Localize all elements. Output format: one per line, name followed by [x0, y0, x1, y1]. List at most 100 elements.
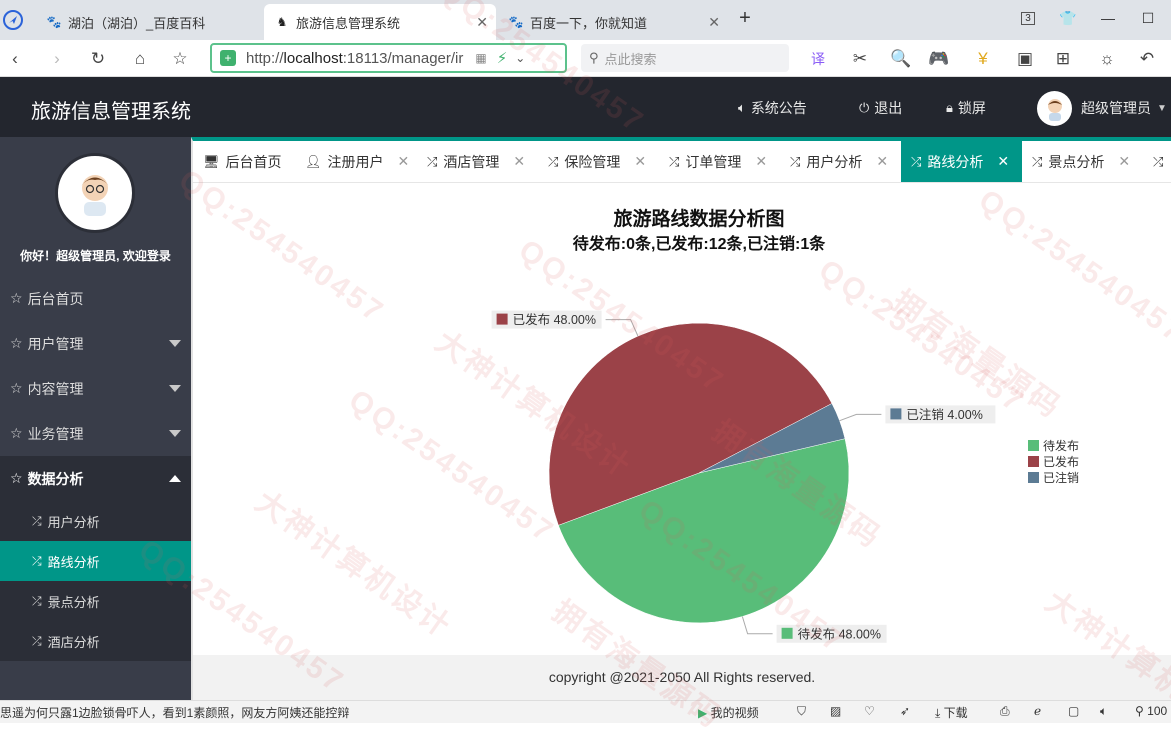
browser-tab-app[interactable]: ♞ 旅游信息管理系统 ✕: [264, 4, 496, 40]
close-icon[interactable]: ✕: [634, 153, 646, 170]
printer-icon[interactable]: ⎙: [1000, 704, 1010, 719]
legend-swatch[interactable]: [1028, 440, 1039, 451]
user-menu[interactable]: 超级管理员 ▼: [1081, 98, 1167, 118]
label-leader-line: [605, 319, 639, 337]
shirt-icon[interactable]: 👕: [1053, 6, 1083, 30]
sidebar-item-home[interactable]: ☆ 后台首页: [0, 276, 191, 321]
legend-swatch[interactable]: [1028, 456, 1039, 467]
rocket-icon[interactable]: ➶: [900, 704, 910, 718]
caret-down-icon: ▼: [1157, 102, 1167, 114]
lightning-icon[interactable]: ⚡: [497, 49, 508, 67]
tab-spot-analysis[interactable]: ⤮ 景点分析 ✕: [1032, 141, 1130, 182]
url-prefix: http://: [246, 49, 284, 67]
shield-icon[interactable]: ⛉: [797, 704, 806, 719]
forward-icon[interactable]: ›: [44, 46, 70, 72]
browser-tab-baidu[interactable]: 🐾 百度一下，你就知道 ✕: [498, 4, 728, 40]
sidebar-subitem-label: 路线分析: [47, 554, 100, 570]
sidebar-subitem-route-analysis[interactable]: ⤮ 路线分析: [0, 541, 191, 581]
download-button[interactable]: ⤓ 下载: [935, 704, 968, 721]
coin-icon[interactable]: ¥: [970, 46, 996, 72]
game-icon[interactable]: 🎮: [926, 46, 952, 72]
maximize-button[interactable]: ☐: [1133, 6, 1163, 30]
ie-icon[interactable]: ℯ: [1034, 704, 1041, 718]
sidebar-item-data-analysis[interactable]: ☆ 数据分析: [0, 456, 191, 501]
chart-panel: 旅游路线数据分析图 待发布:0条,已发布:12条,已注销:1条 待发布 48.0…: [193, 183, 1171, 655]
close-icon[interactable]: ✕: [1118, 153, 1130, 170]
close-icon[interactable]: ✕: [398, 153, 410, 170]
chevron-down-icon[interactable]: ⌄: [515, 51, 525, 65]
speaker-icon: 🔈︎: [738, 100, 746, 115]
translate-icon[interactable]: 译: [805, 46, 831, 72]
reload-icon[interactable]: ↻: [85, 46, 111, 72]
scissors-icon[interactable]: ✂: [847, 46, 873, 72]
zoom-level: 100: [1147, 704, 1168, 718]
magnifier-icon[interactable]: 🔍: [888, 46, 914, 72]
tab-count-button[interactable]: 3: [1013, 6, 1043, 30]
image-icon[interactable]: ▨: [830, 704, 841, 718]
qr-icon[interactable]: ▦: [475, 51, 486, 65]
lock-button[interactable]: 🔒︎ 锁屏: [946, 98, 986, 118]
tab-label: 景点分析: [1048, 153, 1105, 170]
sidebar-item-content-management[interactable]: ☆ 内容管理: [0, 366, 191, 411]
tab-registered-users[interactable]: 👤︎ 注册用户 ✕: [305, 141, 409, 182]
close-icon[interactable]: ✕: [997, 153, 1009, 170]
heart-icon[interactable]: ♡: [864, 704, 875, 718]
shuffle-icon: ⤮: [427, 153, 438, 169]
browser-logo-icon: [0, 7, 26, 33]
sidebar-subitem-hotel-analysis[interactable]: ⤮ 酒店分析: [0, 621, 191, 661]
browser-tab-label: 湖泊（湖泊）_百度百科: [68, 15, 206, 31]
avatar[interactable]: [1037, 91, 1072, 126]
tab-label: 酒店管理: [443, 153, 500, 170]
browser-tab-baike[interactable]: 🐾 湖泊（湖泊）_百度百科: [36, 4, 261, 40]
sidebar-subitem-spot-analysis[interactable]: ⤮ 景点分析: [0, 581, 191, 621]
legend-item[interactable]: 已注销: [1043, 470, 1079, 485]
lock-icon: 🔒︎: [946, 100, 953, 115]
label-leader-line: [741, 616, 773, 635]
window-icon[interactable]: ▢: [1068, 704, 1079, 718]
tab-user-analysis[interactable]: ⤮ 用户分析 ✕: [790, 141, 888, 182]
address-bar[interactable]: + http://localhost:18113/manager/ir ▦ ⚡ …: [210, 43, 567, 73]
legend-item[interactable]: 已发布: [1043, 454, 1079, 469]
home-icon[interactable]: ⌂: [127, 46, 153, 72]
close-icon[interactable]: ✕: [708, 14, 720, 31]
star-icon: ☆: [10, 425, 23, 441]
tab-hotel-management[interactable]: ⤮ 酒店管理 ✕: [427, 141, 525, 182]
close-icon[interactable]: ✕: [476, 14, 488, 31]
close-icon[interactable]: ✕: [513, 153, 525, 170]
user-icon: 👤︎: [305, 153, 322, 169]
tab-route-analysis[interactable]: ⤮ 路线分析 ✕: [901, 141, 1022, 182]
search-input[interactable]: ⚲ 点此搜索: [581, 44, 789, 72]
sidebar-subitem-label: 景点分析: [47, 594, 100, 610]
undo-icon[interactable]: ↶: [1134, 46, 1160, 72]
tab-insurance-management[interactable]: ⤮ 保险管理 ✕: [548, 141, 646, 182]
tab-overflow-icon[interactable]: ⤮: [1153, 141, 1169, 182]
sidebar-item-user-management[interactable]: ☆ 用户管理: [0, 321, 191, 366]
sidebar-subitem-label: 用户分析: [47, 514, 100, 530]
star-icon[interactable]: ☆: [167, 46, 193, 72]
zoom-icon: ⚲: [1135, 704, 1144, 718]
apps-icon[interactable]: ⊞: [1050, 46, 1076, 72]
zoom-control[interactable]: ⚲ 100: [1135, 704, 1167, 718]
new-tab-button[interactable]: +: [730, 6, 760, 30]
close-icon[interactable]: ✕: [755, 153, 767, 170]
legend-item[interactable]: 待发布: [1043, 438, 1079, 453]
back-icon[interactable]: ‹: [2, 46, 28, 72]
tab-order-management[interactable]: ⤮ 订单管理 ✕: [669, 141, 767, 182]
data-label-swatch: [496, 313, 508, 325]
sidebar-subitem-user-analysis[interactable]: ⤮ 用户分析: [0, 501, 191, 541]
url-path: :18113/manager/ir: [342, 49, 464, 67]
logout-button[interactable]: ⏻ 退出: [859, 98, 902, 118]
my-video-button[interactable]: ▶ 我的视频: [698, 704, 759, 721]
volume-icon[interactable]: 🔈︎: [1100, 704, 1107, 719]
reader-icon[interactable]: ▣: [1012, 46, 1038, 72]
minimize-button[interactable]: —: [1093, 6, 1123, 30]
announcement-button[interactable]: 🔈︎ 系统公告: [738, 98, 807, 118]
data-label: 已发布 48.00%: [513, 312, 596, 327]
news-ticker[interactable]: 思遥为何只露1边脸锁骨吓人，看到1素颜照，网友方阿姨还能控辩: [0, 704, 349, 721]
app-header: 旅游信息管理系统 🔈︎ 系统公告 ⏻ 退出 🔒︎ 锁屏 超级管理员 ▼: [0, 77, 1171, 137]
sidebar-item-business-management[interactable]: ☆ 业务管理: [0, 411, 191, 456]
legend-swatch[interactable]: [1028, 472, 1039, 483]
close-icon[interactable]: ✕: [876, 153, 888, 170]
tab-home[interactable]: 🖥︎ 后台首页: [203, 141, 282, 182]
sun-icon[interactable]: ☼: [1094, 46, 1120, 72]
